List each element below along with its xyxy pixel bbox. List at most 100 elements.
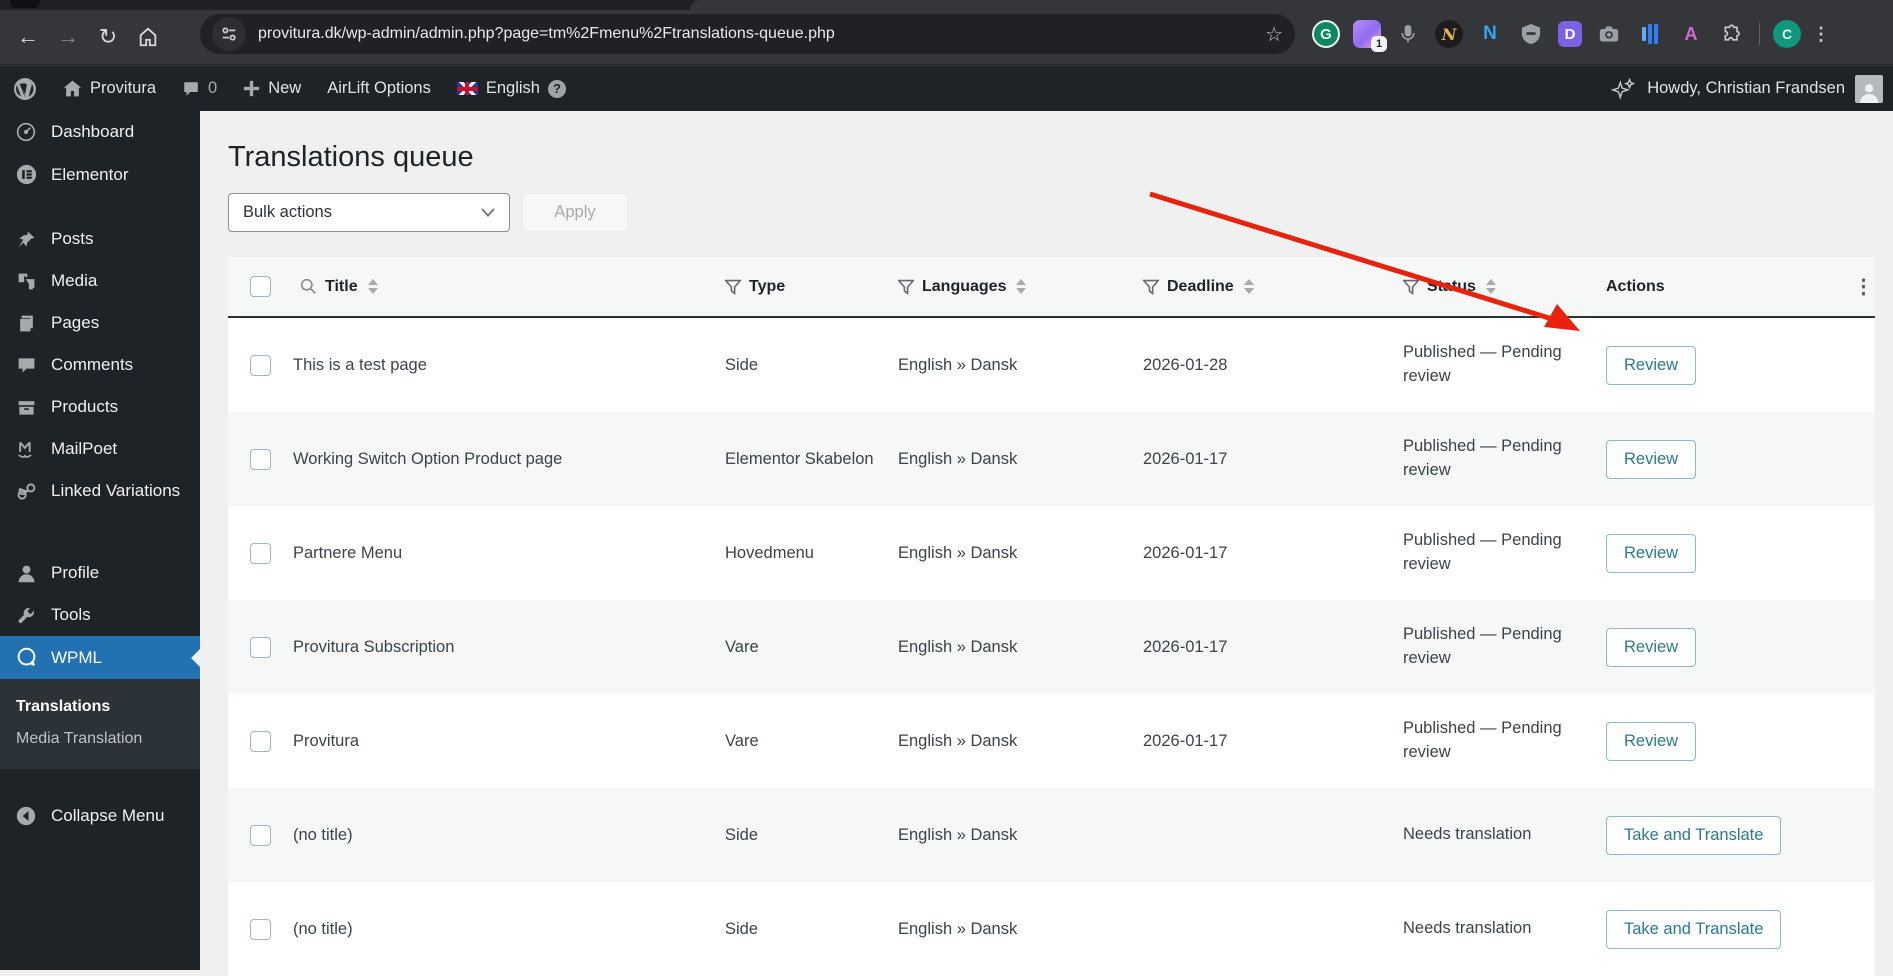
sort-arrows-icon[interactable] xyxy=(1243,279,1254,294)
reload-icon[interactable]: ↻ xyxy=(88,17,128,57)
review-button[interactable]: Review xyxy=(1606,627,1697,667)
bulk-actions-select[interactable]: Bulk actions xyxy=(228,193,510,232)
row-title[interactable]: Provitura Subscription xyxy=(293,638,725,657)
sort-arrows-icon[interactable] xyxy=(1485,279,1496,294)
wp-logo[interactable] xyxy=(0,66,50,111)
tab-stub[interactable] xyxy=(10,0,40,8)
row-checkbox[interactable] xyxy=(250,636,271,658)
site-info-icon[interactable] xyxy=(212,17,246,51)
submenu-item-media-translation[interactable]: Media Translation xyxy=(0,723,200,755)
translate-extension-icon[interactable]: A xyxy=(1677,20,1705,48)
row-checkbox[interactable] xyxy=(250,448,271,470)
sidebar-item-pages[interactable]: Pages xyxy=(0,302,200,344)
search-icon[interactable] xyxy=(300,278,317,295)
review-button[interactable]: Review xyxy=(1606,533,1697,573)
products-box-icon xyxy=(14,398,38,417)
review-button[interactable]: Review xyxy=(1606,345,1697,385)
howdy-text[interactable]: Howdy, Christian Frandsen xyxy=(1647,79,1845,98)
sidebar-label: Elementor xyxy=(51,164,129,184)
adminbar-comments[interactable]: 0 xyxy=(169,66,230,111)
sidebar-item-comments[interactable]: Comments xyxy=(0,344,200,386)
help-badge[interactable]: ? xyxy=(547,79,566,98)
row-deadline: 2026-01-28 xyxy=(1143,355,1228,374)
row-checkbox[interactable] xyxy=(250,542,271,564)
sidebar-item-mailpoet[interactable]: MailPoet xyxy=(0,428,200,470)
sort-arrows-icon[interactable] xyxy=(367,279,378,294)
col-status[interactable]: Status xyxy=(1427,278,1476,296)
row-title[interactable]: Provitura xyxy=(293,732,725,751)
table-options-kebab-icon[interactable]: ⋮ xyxy=(1852,274,1875,299)
sidebar-item-tools[interactable]: Tools xyxy=(0,594,200,636)
row-title[interactable]: Working Switch Option Product page xyxy=(293,450,725,469)
sidebar-item-profile[interactable]: Profile xyxy=(0,552,200,594)
back-icon[interactable]: ← xyxy=(8,17,48,57)
sidebar-item-linked-variations[interactable]: Linked Variations xyxy=(0,470,200,512)
sidebar-item-elementor[interactable]: Elementor xyxy=(0,153,200,196)
row-title[interactable]: (no title) xyxy=(293,826,725,845)
toolbar-divider xyxy=(1759,23,1760,45)
admin-sidebar: Dashboard Elementor Posts Media Pages Co… xyxy=(0,111,200,970)
adminbar-new[interactable]: New xyxy=(230,66,314,111)
adminbar-language[interactable]: English ? xyxy=(444,66,579,111)
row-languages: English » Dansk xyxy=(898,355,1018,374)
browser-profile-avatar[interactable]: C xyxy=(1773,20,1801,48)
sidebar-item-products[interactable]: Products xyxy=(0,386,200,428)
url-text[interactable]: provitura.dk/wp-admin/admin.php?page=tm%… xyxy=(258,25,1265,43)
notion-extension-icon[interactable]: N xyxy=(1476,20,1504,48)
camera-extension-icon[interactable] xyxy=(1595,20,1623,48)
grammarly-extension-icon[interactable]: G xyxy=(1312,20,1340,48)
row-type: Elementor Skabelon xyxy=(725,449,874,468)
filter-icon[interactable] xyxy=(898,279,914,295)
filter-icon[interactable] xyxy=(1403,279,1419,295)
filter-icon[interactable] xyxy=(1143,279,1159,295)
adminbar-site-link[interactable]: Provitura xyxy=(50,66,169,111)
col-title[interactable]: Title xyxy=(325,278,358,296)
submenu-item-translations[interactable]: Translations xyxy=(0,691,200,723)
adminbar-right: Howdy, Christian Frandsen xyxy=(1611,74,1893,103)
browser-chrome: ← → ↻ provitura.dk/wp-admin/admin.php?pa… xyxy=(0,0,1893,66)
row-checkbox[interactable] xyxy=(250,918,271,940)
select-all-checkbox[interactable] xyxy=(250,276,271,297)
review-button[interactable]: Review xyxy=(1606,439,1697,479)
sidebar-item-wpml[interactable]: WPML xyxy=(0,636,200,679)
collapse-menu[interactable]: Collapse Menu xyxy=(0,795,200,837)
shield-extension-icon[interactable] xyxy=(1517,20,1545,48)
sort-arrows-icon[interactable] xyxy=(1016,279,1027,294)
adminbar-airlift-options[interactable]: AirLift Options xyxy=(314,66,444,111)
take-and-translate-button[interactable]: Take and Translate xyxy=(1606,909,1782,949)
browser-menu-icon[interactable]: ⋮ xyxy=(1812,20,1830,48)
row-checkbox[interactable] xyxy=(250,730,271,752)
bookmark-star-icon[interactable]: ☆ xyxy=(1265,22,1283,47)
url-bar[interactable]: provitura.dk/wp-admin/admin.php?page=tm%… xyxy=(200,14,1295,54)
filter-icon[interactable] xyxy=(725,279,741,295)
row-title[interactable]: This is a test page xyxy=(293,356,725,375)
user-avatar[interactable] xyxy=(1855,74,1883,103)
sidebar-item-dashboard[interactable]: Dashboard xyxy=(0,111,200,153)
extensions-puzzle-icon[interactable] xyxy=(1718,20,1746,48)
row-status: Published — Pending review xyxy=(1403,625,1562,667)
microphone-icon[interactable] xyxy=(1394,20,1422,48)
sidebar-item-posts[interactable]: Posts xyxy=(0,218,200,260)
home-icon[interactable] xyxy=(128,17,168,57)
gem-extension-icon[interactable]: 1 xyxy=(1353,20,1387,52)
col-languages[interactable]: Languages xyxy=(922,278,1006,296)
sidebar-item-media[interactable]: Media xyxy=(0,260,200,302)
bars-extension-icon[interactable] xyxy=(1636,20,1664,48)
comments-count: 0 xyxy=(208,79,218,97)
squiggle-extension-icon[interactable]: N xyxy=(1435,20,1463,48)
d-extension-icon[interactable]: D xyxy=(1558,21,1582,47)
apply-button[interactable]: Apply xyxy=(522,193,628,232)
col-type[interactable]: Type xyxy=(749,278,785,296)
row-checkbox[interactable] xyxy=(250,824,271,846)
col-deadline[interactable]: Deadline xyxy=(1167,278,1234,296)
sparkle-icon[interactable] xyxy=(1611,77,1637,101)
take-and-translate-button[interactable]: Take and Translate xyxy=(1606,815,1782,855)
row-checkbox[interactable] xyxy=(250,354,271,376)
row-status: Needs translation xyxy=(1403,825,1532,844)
forward-icon[interactable]: → xyxy=(48,17,88,57)
review-button[interactable]: Review xyxy=(1606,721,1697,761)
row-title[interactable]: Partnere Menu xyxy=(293,544,725,563)
row-title[interactable]: (no title) xyxy=(293,920,725,939)
plus-icon xyxy=(243,80,260,97)
link-icon xyxy=(14,482,38,501)
